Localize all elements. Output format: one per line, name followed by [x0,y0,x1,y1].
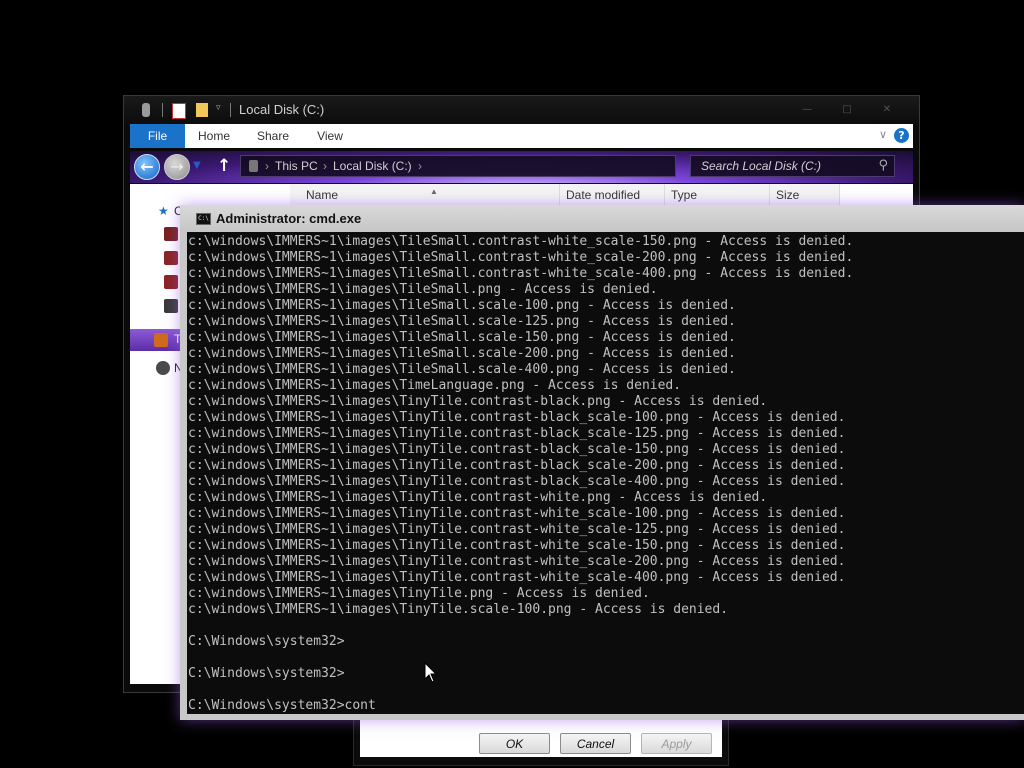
tab-file[interactable]: File [130,124,185,148]
explorer-titlebar: ▿ Local Disk (C:) — □ ✕ [124,96,919,124]
properties-dialog: OK Cancel Apply [353,712,729,766]
address-bar[interactable]: › This PC › Local Disk (C:) › [240,155,676,177]
ok-button[interactable]: OK [479,733,550,754]
console-line: c:\windows\IMMERS~1\images\TinyTile.cont… [188,474,846,489]
network-icon[interactable] [156,361,170,375]
console-line: c:\windows\IMMERS~1\images\TinyTile.cont… [188,442,846,457]
titlebar-separator [162,103,163,117]
forward-arrow-icon[interactable]: → [164,154,190,180]
search-input[interactable]: Search Local Disk (C:) [701,159,821,173]
nav-item-icon[interactable] [164,275,178,289]
drive-icon [249,160,258,172]
properties-icon[interactable] [172,103,186,119]
apply-button[interactable]: Apply [641,733,712,754]
chevron-right-icon[interactable]: › [323,159,327,173]
search-box[interactable]: Search Local Disk (C:) ⚲ [690,155,895,177]
console-output[interactable]: c:\windows\IMMERS~1\images\TileSmall.con… [187,232,1024,714]
nav-item-icon[interactable] [164,251,178,265]
cmd-window: C:\ Administrator: cmd.exe c:\windows\IM… [180,205,1024,720]
console-line: C:\Windows\system32>cont [188,698,376,713]
navigation-bar: ← → ▼ ↑ › This PC › Local Disk (C:) › Se… [130,151,913,183]
console-line: c:\windows\IMMERS~1\images\TileSmall.sca… [188,298,736,313]
console-line: c:\windows\IMMERS~1\images\TileSmall.png… [188,282,658,297]
tab-view[interactable]: View [308,124,352,148]
console-line: C:\Windows\system32> [188,666,345,681]
cmd-titlebar[interactable]: C:\ Administrator: cmd.exe [180,205,1024,232]
console-line: c:\windows\IMMERS~1\images\TinyTile.cont… [188,410,846,425]
console-line: c:\windows\IMMERS~1\images\TinyTile.cont… [188,506,846,521]
console-line: c:\windows\IMMERS~1\images\TinyTile.cont… [188,426,846,441]
column-name[interactable]: Name ▲ [290,184,560,206]
breadcrumb-local-disk[interactable]: Local Disk (C:) [333,159,412,173]
console-line: c:\windows\IMMERS~1\images\TinyTile.png … [188,586,650,601]
console-line: c:\windows\IMMERS~1\images\TinyTile.cont… [188,490,768,505]
console-line: C:\Windows\system32> [188,634,345,649]
console-line: c:\windows\IMMERS~1\images\TileSmall.sca… [188,314,736,329]
chevron-right-icon[interactable]: › [418,159,422,173]
console-line: c:\windows\IMMERS~1\images\TileSmall.sca… [188,330,736,345]
console-line: c:\windows\IMMERS~1\images\TinyTile.cont… [188,538,846,553]
column-date-modified[interactable]: Date modified [560,184,665,206]
maximize-button[interactable]: □ [833,102,861,118]
nav-item-icon[interactable] [164,299,178,313]
help-icon[interactable]: ? [894,128,909,143]
ribbon-expand-icon[interactable]: ∨ [879,128,887,141]
console-icon: C:\ [196,213,211,225]
console-line: c:\windows\IMMERS~1\images\TinyTile.cont… [188,554,846,569]
mouse-pointer-icon [424,662,438,683]
close-button[interactable]: ✕ [873,102,901,118]
chevron-right-icon[interactable]: › [265,159,269,173]
console-line: c:\windows\IMMERS~1\images\TileSmall.sca… [188,362,736,377]
nav-item-icon[interactable] [164,227,178,241]
quick-access-star-icon[interactable]: ★ [158,204,169,218]
console-line: c:\windows\IMMERS~1\images\TinyTile.cont… [188,458,846,473]
dropdown-icon[interactable]: ▿ [216,103,228,117]
ribbon-tabs: File Home Share View ∨ ? [130,124,913,148]
breadcrumb-this-pc[interactable]: This PC [275,159,318,173]
back-arrow-icon[interactable]: ← [134,154,160,180]
console-line: c:\windows\IMMERS~1\images\TinyTile.cont… [188,394,768,409]
window-title: Local Disk (C:) [239,102,325,117]
up-arrow-icon[interactable]: ↑ [217,156,231,176]
titlebar-separator [230,103,231,117]
search-icon[interactable]: ⚲ [878,158,888,173]
sort-ascending-icon: ▲ [430,187,438,196]
recent-locations-dropdown-icon[interactable]: ▼ [193,160,201,171]
console-line: c:\windows\IMMERS~1\images\TileSmall.sca… [188,346,736,361]
dialog-button-area: OK Cancel Apply [360,719,722,757]
console-lines: c:\windows\IMMERS~1\images\TileSmall.con… [188,234,853,714]
console-line: c:\windows\IMMERS~1\images\TileSmall.con… [188,234,854,249]
cancel-button[interactable]: Cancel [560,733,631,754]
folder-icon[interactable] [196,103,208,117]
pin-icon[interactable] [142,103,150,117]
console-line: c:\windows\IMMERS~1\images\TileSmall.con… [188,266,854,281]
console-line: c:\windows\IMMERS~1\images\TinyTile.scal… [188,602,729,617]
tab-home[interactable]: Home [192,124,236,148]
this-pc-icon [154,333,168,347]
console-line: c:\windows\IMMERS~1\images\TileSmall.con… [188,250,854,265]
console-line: c:\windows\IMMERS~1\images\TinyTile.cont… [188,522,846,537]
column-size[interactable]: Size [770,184,840,206]
cmd-title: Administrator: cmd.exe [216,211,362,226]
console-line: c:\windows\IMMERS~1\images\TimeLanguage.… [188,378,682,393]
column-type[interactable]: Type [665,184,770,206]
minimize-button[interactable]: — [793,102,821,118]
tab-share[interactable]: Share [251,124,295,148]
column-name-label: Name [306,188,339,202]
console-line: c:\windows\IMMERS~1\images\TinyTile.cont… [188,570,846,585]
